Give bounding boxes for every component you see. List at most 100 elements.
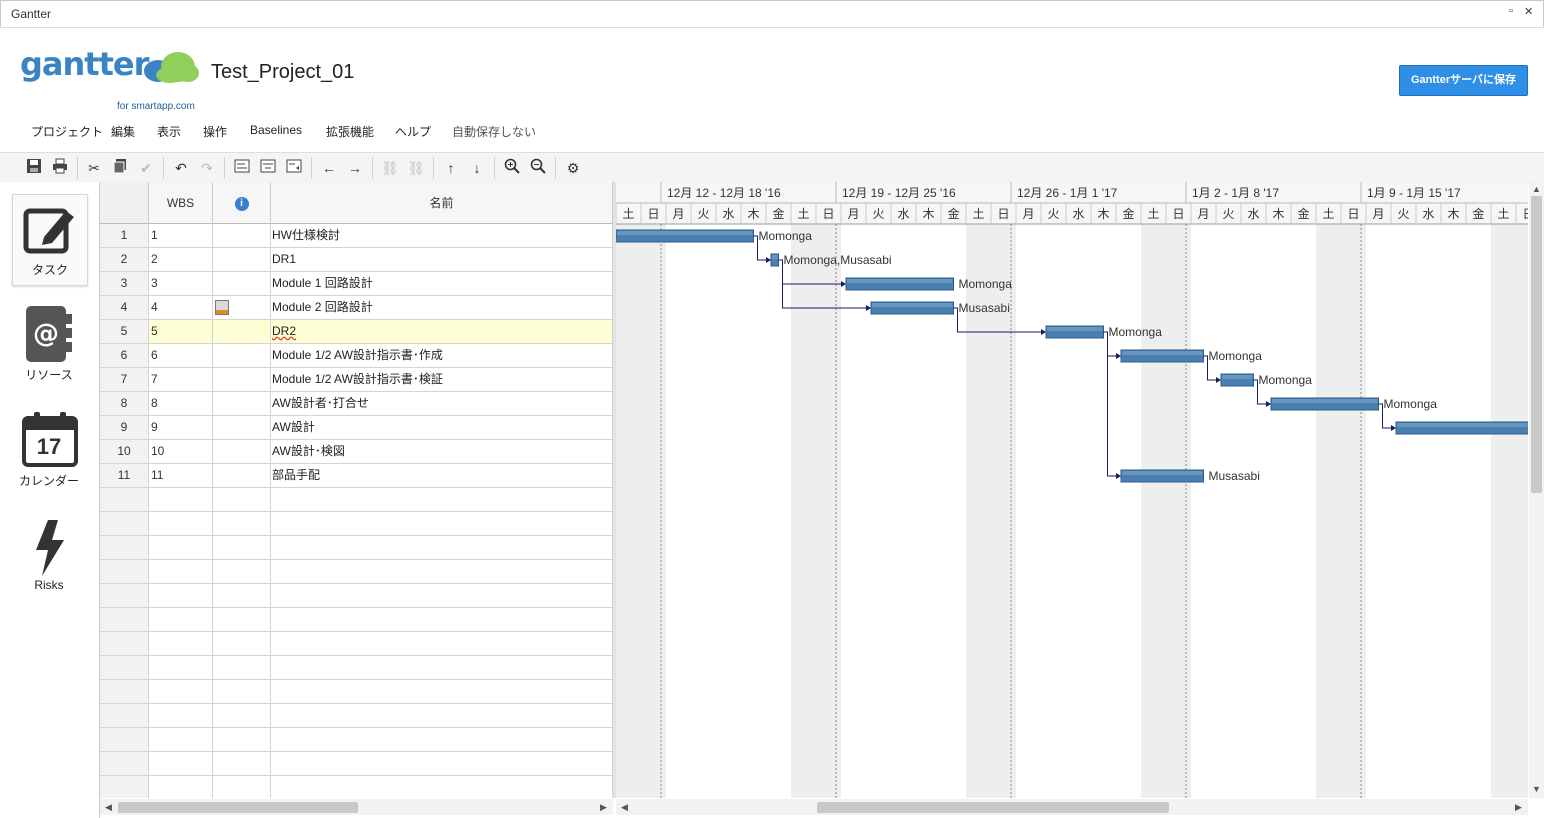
menu-extensions[interactable]: 拡張機能 [326,123,374,140]
menu-view[interactable]: 表示 [157,123,181,140]
menu-project[interactable]: プロジェクト [31,123,103,140]
info-cell[interactable] [213,608,271,631]
task-name-cell[interactable]: AW設計者･打合せ [271,392,613,415]
menu-help[interactable]: ヘルプ [395,123,431,140]
wbs-cell[interactable] [149,608,213,631]
menu-autosave-off[interactable]: 自動保存しない [452,123,536,140]
wbs-cell[interactable]: 6 [149,344,213,367]
info-cell[interactable] [213,776,271,798]
task-name-cell[interactable] [271,584,613,607]
table-row[interactable] [100,536,613,560]
wbs-cell[interactable] [149,488,213,511]
save-to-server-button[interactable]: Gantterサーバに保存 [1399,65,1528,96]
task-name-cell[interactable]: DR2 [271,320,613,343]
copy-icon[interactable] [110,158,130,178]
task-name-cell[interactable] [271,512,613,535]
gantt-vscroll-thumb[interactable] [1531,196,1542,493]
task-name-cell[interactable] [271,656,613,679]
info-cell[interactable] [213,632,271,655]
move-down-icon[interactable]: ↓ [467,158,487,178]
gantt-horizontal-scrollbar[interactable]: ◀ ▶ [616,799,1528,815]
scroll-right-icon[interactable]: ▶ [1515,802,1522,813]
wbs-cell[interactable] [149,584,213,607]
table-row[interactable] [100,584,613,608]
table-row[interactable] [100,680,613,704]
wbs-cell[interactable] [149,680,213,703]
menu-actions[interactable]: 操作 [203,123,227,140]
zoom-in-icon[interactable] [502,158,522,178]
table-row[interactable] [100,512,613,536]
scroll-left-icon[interactable]: ◀ [621,802,628,813]
task-name-cell[interactable] [271,728,613,751]
info-cell[interactable] [213,680,271,703]
info-cell[interactable] [213,704,271,727]
maximize-icon[interactable]: ▫ [1509,5,1513,17]
grid-horizontal-scrollbar[interactable]: ◀ ▶ [100,799,613,815]
table-row[interactable] [100,704,613,728]
table-row[interactable] [100,656,613,680]
info-cell[interactable] [213,584,271,607]
task-name-cell[interactable] [271,608,613,631]
table-row[interactable]: 5 5 DR2 [100,320,613,344]
wbs-cell[interactable]: 5 [149,320,213,343]
task-name-cell[interactable] [271,536,613,559]
insert-milestone-icon[interactable] [284,158,304,178]
table-row[interactable] [100,488,613,512]
move-up-icon[interactable]: ↑ [441,158,461,178]
info-cell[interactable] [213,392,271,415]
info-cell[interactable] [213,464,271,487]
task-name-cell[interactable] [271,680,613,703]
wbs-cell[interactable]: 7 [149,368,213,391]
insert-summary-icon[interactable] [258,158,278,178]
info-cell[interactable] [213,224,271,247]
unlink-icon[interactable]: ⛓ [406,158,426,178]
grid-header-wbs[interactable]: WBS [149,182,213,224]
grid-header-info[interactable]: i [213,182,271,224]
scroll-left-icon[interactable]: ◀ [105,802,112,813]
wbs-cell[interactable] [149,656,213,679]
redo-icon[interactable]: ↷ [197,158,217,178]
wbs-cell[interactable]: 9 [149,416,213,439]
wbs-cell[interactable] [149,776,213,798]
table-row[interactable] [100,728,613,752]
wbs-cell[interactable] [149,536,213,559]
menu-edit[interactable]: 編集 [111,123,135,140]
task-name-cell[interactable] [271,704,613,727]
table-row[interactable]: 6 6 Module 1/2 AW設計指示書･作成 [100,344,613,368]
info-cell[interactable] [213,440,271,463]
grid-header-name[interactable]: 名前 [271,182,613,224]
task-name-cell[interactable] [271,488,613,511]
close-icon[interactable]: ✕ [1524,5,1533,18]
wbs-cell[interactable]: 1 [149,224,213,247]
table-row[interactable]: 10 10 AW設計･検図 [100,440,613,464]
task-note-icon[interactable] [215,300,229,315]
gantt-chart[interactable]: 12月 12 - 12月 18 '16 12月 19 - 12月 25 '16 12… [616,182,1528,798]
print-icon[interactable] [50,158,70,178]
wbs-cell[interactable] [149,704,213,727]
info-cell[interactable] [213,488,271,511]
table-row[interactable]: 3 3 Module 1 回路設計 [100,272,613,296]
scroll-down-icon[interactable]: ▼ [1532,784,1541,794]
info-cell[interactable] [213,728,271,751]
info-cell[interactable] [213,320,271,343]
info-cell[interactable] [213,272,271,295]
info-cell[interactable] [213,416,271,439]
table-row[interactable] [100,776,613,798]
task-name-cell[interactable]: 部品手配 [271,464,613,487]
info-cell[interactable] [213,560,271,583]
task-name-cell[interactable] [271,776,613,798]
outdent-icon[interactable]: ← [319,158,339,178]
wbs-cell[interactable]: 2 [149,248,213,271]
info-cell[interactable] [213,656,271,679]
menu-baselines[interactable]: Baselines [250,123,302,137]
wbs-cell[interactable]: 11 [149,464,213,487]
wbs-cell[interactable] [149,632,213,655]
paste-icon[interactable]: ✔ [136,158,156,178]
task-name-cell[interactable]: HW仕様検討 [271,224,613,247]
task-name-cell[interactable]: Module 1/2 AW設計指示書･作成 [271,344,613,367]
table-row[interactable] [100,752,613,776]
wbs-cell[interactable]: 4 [149,296,213,319]
save-icon[interactable] [24,158,44,178]
info-cell[interactable] [213,344,271,367]
table-row[interactable] [100,632,613,656]
